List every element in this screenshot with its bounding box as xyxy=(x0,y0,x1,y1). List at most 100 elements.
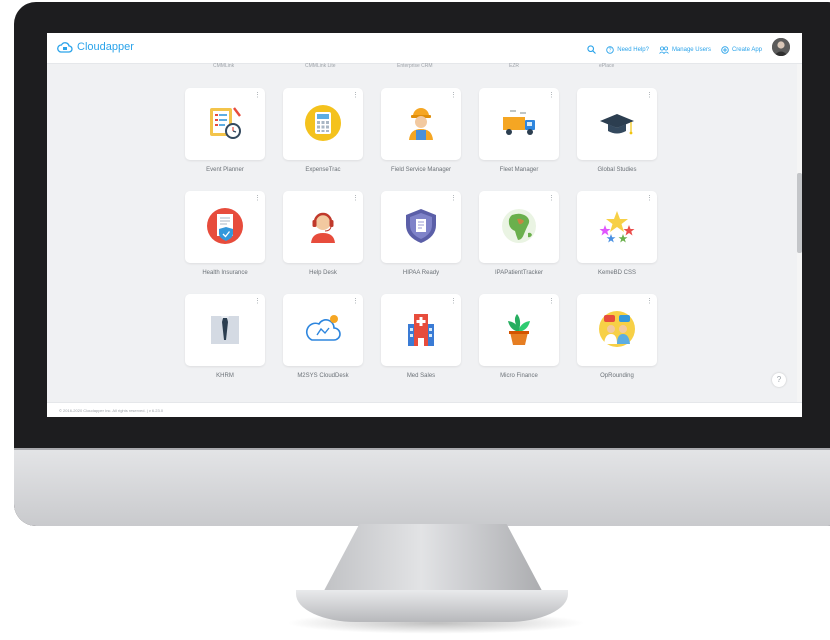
insurance-document-icon xyxy=(206,207,244,245)
app-tile[interactable]: ⋮ Global Studies xyxy=(577,88,657,173)
app-label: KHRM xyxy=(216,373,234,379)
cloud-logo-icon xyxy=(57,40,73,54)
need-help-link[interactable]: ? Need Help? xyxy=(606,46,649,54)
need-help-label: Need Help? xyxy=(617,47,649,53)
plant-pot-icon xyxy=(500,310,538,348)
app-tile[interactable]: ⋮ Event Planner xyxy=(185,88,265,173)
more-options-icon[interactable]: ⋮ xyxy=(450,195,457,202)
search-icon[interactable] xyxy=(587,44,597,56)
more-options-icon[interactable]: ⋮ xyxy=(450,92,457,99)
plus-circle-icon xyxy=(721,46,729,54)
more-options-icon[interactable]: ⋮ xyxy=(254,298,261,305)
more-options-icon[interactable]: ⋮ xyxy=(548,92,555,99)
top-nav: ? Need Help? Manage Users Create App xyxy=(587,38,790,59)
app-card[interactable]: ⋮ xyxy=(577,191,657,263)
app-label: Help Desk xyxy=(309,270,337,276)
app-tile[interactable]: ⋮ OpRounding xyxy=(577,294,657,379)
calculator-icon xyxy=(304,104,342,142)
app-tile[interactable]: ⋮ Micro Finance xyxy=(479,294,559,379)
app-label: M2SYS CloudDesk xyxy=(297,373,349,379)
app-card[interactable]: ⋮ xyxy=(283,191,363,263)
worker-icon xyxy=(402,104,440,142)
doctors-icon xyxy=(598,310,636,348)
app-card[interactable]: ⋮ xyxy=(577,294,657,366)
copyright-text: © 2016-2020 Cloudapper Inc. All rights r… xyxy=(59,408,164,413)
stars-icon xyxy=(598,207,636,245)
more-options-icon[interactable]: ⋮ xyxy=(450,298,457,305)
app-card[interactable]: ⋮ xyxy=(185,88,265,160)
app-tile[interactable]: ⋮ M2SYS CloudDesk xyxy=(283,294,363,379)
app-tile[interactable]: ⋮ Field Service Manager xyxy=(381,88,461,173)
app-label: Global Studies xyxy=(597,167,637,173)
more-options-icon[interactable]: ⋮ xyxy=(352,298,359,305)
app-tile[interactable]: ⋮ ExpenseTrac xyxy=(283,88,363,173)
globe-africa-icon xyxy=(500,207,538,245)
app-card[interactable]: ⋮ xyxy=(381,88,461,160)
monitor-stand-base xyxy=(296,590,568,622)
avatar[interactable] xyxy=(772,38,790,56)
monitor-chin-divider xyxy=(14,448,830,450)
more-options-icon[interactable]: ⋮ xyxy=(254,92,261,99)
screen: Cloudapper ? Need Help? Manage Users Cre… xyxy=(47,33,802,417)
app-tile[interactable]: ⋮ Help Desk xyxy=(283,191,363,276)
more-options-icon[interactable]: ⋮ xyxy=(646,92,653,99)
app-card[interactable]: ⋮ xyxy=(185,191,265,263)
question-icon: ? xyxy=(776,375,782,384)
app-tile[interactable]: ⋮ IPAPatientTracker xyxy=(479,191,559,276)
app-card[interactable]: ⋮ xyxy=(283,88,363,160)
top-bar: Cloudapper ? Need Help? Manage Users Cre… xyxy=(47,33,802,64)
svg-text:?: ? xyxy=(609,48,612,54)
ghost-label: CMMLink Lite xyxy=(305,63,336,69)
brand-name: Cloudapper xyxy=(77,41,134,53)
help-button[interactable]: ? xyxy=(772,373,786,387)
app-card[interactable]: ⋮ xyxy=(479,88,559,160)
shield-document-icon xyxy=(402,207,440,245)
app-card[interactable]: ⋮ xyxy=(577,88,657,160)
app-tile[interactable]: ⋮ KHRM xyxy=(185,294,265,379)
manage-users-link[interactable]: Manage Users xyxy=(659,46,711,54)
app-label: Field Service Manager xyxy=(390,167,452,173)
headset-agent-icon xyxy=(304,207,342,245)
more-options-icon[interactable]: ⋮ xyxy=(548,298,555,305)
app-label: ExpenseTrac xyxy=(305,167,341,173)
scrollbar-thumb[interactable] xyxy=(797,173,802,253)
cloud-desk-icon xyxy=(304,310,342,348)
app-label: Health Insurance xyxy=(202,270,248,276)
app-card[interactable]: ⋮ xyxy=(283,294,363,366)
create-app-button[interactable]: Create App xyxy=(721,46,762,54)
ghost-label: EZR xyxy=(509,63,519,69)
create-app-label: Create App xyxy=(731,47,762,53)
app-label: Event Planner xyxy=(206,167,244,173)
app-label: Fleet Manager xyxy=(499,167,539,173)
app-tile[interactable]: ⋮ Health Insurance xyxy=(185,191,265,276)
brand-logo[interactable]: Cloudapper xyxy=(57,40,134,54)
more-options-icon[interactable]: ⋮ xyxy=(646,195,653,202)
app-card[interactable]: ⋮ xyxy=(185,294,265,366)
users-icon xyxy=(659,46,669,54)
monitor-chin xyxy=(14,448,830,526)
app-label: Med Sales xyxy=(406,373,436,379)
partial-app-labels-row: CMMLink CMMLink Lite Enterprise CRM EZR … xyxy=(47,63,787,71)
app-tile[interactable]: ⋮ Fleet Manager xyxy=(479,88,559,173)
more-options-icon[interactable]: ⋮ xyxy=(548,195,555,202)
app-tile[interactable]: ⋮ HIPAA Ready xyxy=(381,191,461,276)
app-card[interactable]: ⋮ xyxy=(381,191,461,263)
more-options-icon[interactable]: ⋮ xyxy=(352,92,359,99)
app-tile[interactable]: ⋮ KemeBD CSS xyxy=(577,191,657,276)
truck-icon xyxy=(500,104,538,142)
graduation-cap-icon xyxy=(598,104,636,142)
more-options-icon[interactable]: ⋮ xyxy=(254,195,261,202)
hospital-icon xyxy=(402,310,440,348)
more-options-icon[interactable]: ⋮ xyxy=(646,298,653,305)
more-options-icon[interactable]: ⋮ xyxy=(352,195,359,202)
app-label: Micro Finance xyxy=(500,373,538,379)
app-card[interactable]: ⋮ xyxy=(479,191,559,263)
app-card[interactable]: ⋮ xyxy=(381,294,461,366)
app-label: OpRounding xyxy=(600,373,634,379)
clipboard-clock-icon xyxy=(206,104,244,142)
app-card[interactable]: ⋮ xyxy=(479,294,559,366)
app-tile[interactable]: ⋮ Med Sales xyxy=(381,294,461,379)
manage-users-label: Manage Users xyxy=(671,47,711,53)
ghost-label: Enterprise CRM xyxy=(397,63,433,69)
app-label: HIPAA Ready xyxy=(402,270,440,276)
